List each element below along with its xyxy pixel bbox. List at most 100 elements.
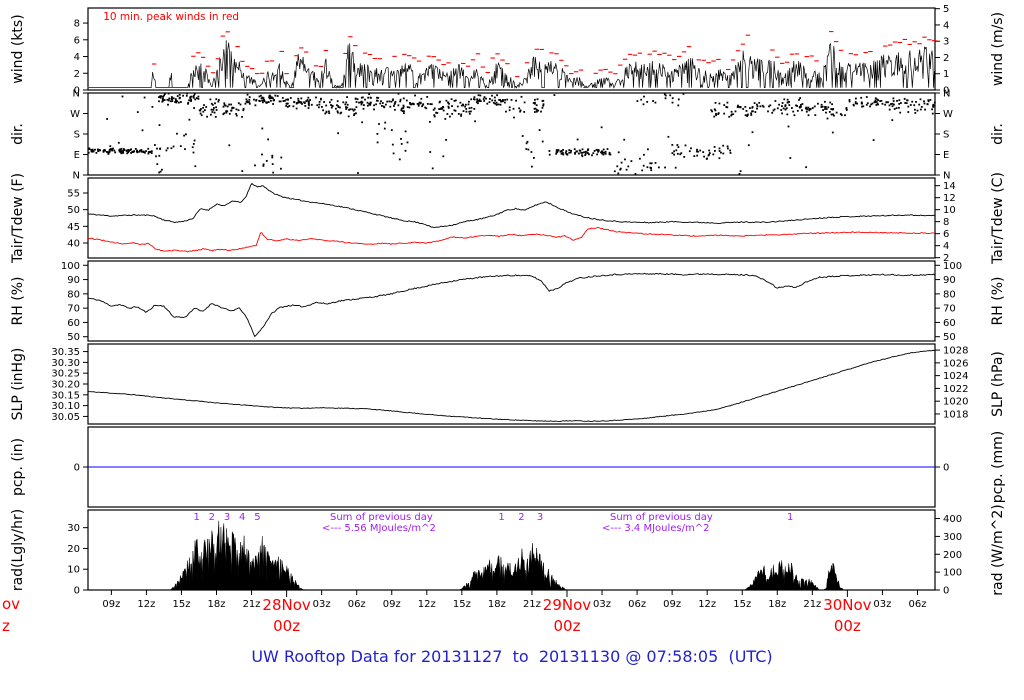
svg-text:0: 0 xyxy=(943,463,949,474)
svg-text:<--- 5.56 MJoules/m^2: <--- 5.56 MJoules/m^2 xyxy=(322,523,436,534)
chart-title: UW Rooftop Data for 20131127 to 20131130… xyxy=(251,647,772,666)
y-axis-right-rh: 50 60 70 80 90 100 xyxy=(935,261,962,343)
svg-text:12z: 12z xyxy=(137,599,155,610)
svg-text:3: 3 xyxy=(943,37,949,48)
svg-text:2: 2 xyxy=(209,512,215,523)
unit-label-right-dir: dir. xyxy=(990,123,1006,145)
y-axis-left-rad: 0 10 20 30 xyxy=(67,523,88,597)
svg-text:00z: 00z xyxy=(273,617,300,635)
unit-label-left-rh: RH (%) xyxy=(10,277,26,326)
svg-text:03z: 03z xyxy=(313,599,331,610)
svg-text:2: 2 xyxy=(943,53,949,64)
svg-text:Sum of previous day: Sum of previous day xyxy=(330,512,433,523)
svg-text:06z: 06z xyxy=(908,599,926,610)
svg-text:1020: 1020 xyxy=(943,397,968,408)
y-axis-right-temp: 2468101214 xyxy=(935,181,956,264)
unit-label-right-wind: wind (m/s) xyxy=(990,12,1006,86)
svg-text:<--- 3.4 MJoules/m^2: <--- 3.4 MJoules/m^2 xyxy=(602,523,710,534)
svg-text:50: 50 xyxy=(67,205,80,216)
svg-text:1026: 1026 xyxy=(943,358,968,369)
svg-text:E: E xyxy=(943,150,949,161)
sum-annotation-1: Sum of previous day<--- 5.56 MJoules/m^2 xyxy=(322,512,436,534)
svg-text:28Nov: 28Nov xyxy=(262,596,310,614)
svg-text:00z: 00z xyxy=(834,617,861,635)
svg-text:60: 60 xyxy=(943,318,956,329)
svg-text:70: 70 xyxy=(943,304,956,315)
unit-label-right-rad: rad (W/m^2) xyxy=(990,504,1006,595)
unit-label-left-slp: SLP (inHg) xyxy=(10,348,26,421)
svg-text:2: 2 xyxy=(518,512,524,523)
svg-text:30.25: 30.25 xyxy=(51,369,80,380)
y-axis-right-wind: 012345 xyxy=(935,4,949,97)
unit-label-left-temp: Tair/Tdew (F) xyxy=(10,173,26,264)
panel-temp: 40 45 50 55 2468101214 Tair/Tdew (F) Tair/Tdew… xyxy=(10,172,1006,265)
svg-text:0: 0 xyxy=(943,586,949,597)
svg-text:1: 1 xyxy=(498,512,504,523)
unit-label-right-pcp: pcp. (mm) xyxy=(990,431,1006,504)
unit-label-left-dir: dir. xyxy=(10,123,26,145)
svg-text:30: 30 xyxy=(67,523,80,534)
svg-text:100: 100 xyxy=(943,568,962,579)
svg-text:30Nov: 30Nov xyxy=(823,596,871,614)
svg-text:60: 60 xyxy=(67,318,80,329)
y-axis-left-slp: 30.0530.1030.1530.2030.2530.3030.35 xyxy=(51,347,88,423)
svg-text:03z: 03z xyxy=(873,599,891,610)
y-axis-left-rh: 50 60 70 80 90 100 xyxy=(61,261,88,343)
svg-text:8: 8 xyxy=(74,19,80,30)
svg-text:30.30: 30.30 xyxy=(51,358,80,369)
svg-text:5: 5 xyxy=(943,4,949,15)
svg-text:5: 5 xyxy=(254,512,260,523)
svg-text:18z: 18z xyxy=(208,599,226,610)
panel-pcp: 0 0 pcp. (in) pcp. (mm) xyxy=(10,426,1006,508)
weather-multipanel-chart: 02468012345wind (kts) wind (m/s)10 min. p… xyxy=(2,4,1006,666)
unit-label-left-rad: rad(Lgly/hr) xyxy=(10,509,26,591)
svg-text:50: 50 xyxy=(67,332,80,343)
weather-figure: 0 2 4 6 8 0 1 2 3 4 5 wind (kts) wind (m/s) 10 min. p… xyxy=(0,0,1024,700)
svg-text:12: 12 xyxy=(943,193,956,204)
wind-direction-scatter xyxy=(87,92,936,175)
clipped-prev-day-label-line2: z xyxy=(2,617,10,635)
svg-text:30.10: 30.10 xyxy=(51,401,80,412)
wind-speed-trace xyxy=(88,40,935,89)
svg-text:21z: 21z xyxy=(523,599,541,610)
wind-annotation: 10 min. peak winds in red xyxy=(103,11,239,23)
unit-label-right-slp: SLP (hPa) xyxy=(990,351,1006,417)
svg-text:100: 100 xyxy=(61,261,80,272)
svg-text:0: 0 xyxy=(74,463,80,474)
sum-annotation-2: Sum of previous day<--- 3.4 MJoules/m^2 xyxy=(602,512,713,534)
radiation-hump-2 xyxy=(458,543,568,591)
svg-text:4: 4 xyxy=(74,52,80,63)
y-axis-right-slp: 101810201022102410261028 xyxy=(935,346,968,420)
svg-text:90: 90 xyxy=(67,275,80,286)
svg-text:12z: 12z xyxy=(698,599,716,610)
svg-text:30.20: 30.20 xyxy=(51,380,80,391)
svg-text:18z: 18z xyxy=(768,599,786,610)
svg-text:12z: 12z xyxy=(418,599,436,610)
panel-dir: NESWN NESWN dir. dir. xyxy=(10,89,1006,182)
svg-text:S: S xyxy=(943,130,949,141)
svg-text:06z: 06z xyxy=(628,599,646,610)
svg-text:E: E xyxy=(74,150,80,161)
y-axis-right-dir: NESWN xyxy=(935,89,953,182)
y-axis-left-dir: NESWN xyxy=(70,89,88,182)
svg-text:30.15: 30.15 xyxy=(51,390,80,401)
svg-text:300: 300 xyxy=(943,532,962,543)
panel-wind: 02468012345wind (kts) wind (m/s)10 min. p… xyxy=(10,4,1006,96)
svg-text:15z: 15z xyxy=(733,599,751,610)
svg-text:200: 200 xyxy=(943,550,962,561)
svg-text:30.35: 30.35 xyxy=(51,347,80,358)
svg-text:20: 20 xyxy=(67,544,80,555)
svg-text:Sum of previous day: Sum of previous day xyxy=(610,512,713,523)
svg-text:3: 3 xyxy=(537,512,543,523)
svg-text:10: 10 xyxy=(943,205,956,216)
svg-text:N: N xyxy=(73,171,80,182)
panel-rh: 50 60 70 80 90 100 50 60 70 80 90 100 RH (%) RH (%) xyxy=(10,260,1006,343)
panel-rad: 01020300100200300400rad(Lgly/hr) rad (W/m… xyxy=(10,504,1006,596)
series-SLP_inHg xyxy=(87,349,935,422)
svg-text:1028: 1028 xyxy=(943,346,968,357)
svg-text:80: 80 xyxy=(67,289,80,300)
svg-text:1: 1 xyxy=(943,69,949,80)
svg-text:0: 0 xyxy=(74,586,80,597)
radiation-hump-1 xyxy=(168,520,306,591)
clipped-prev-day-label-line1: ov xyxy=(2,595,20,613)
